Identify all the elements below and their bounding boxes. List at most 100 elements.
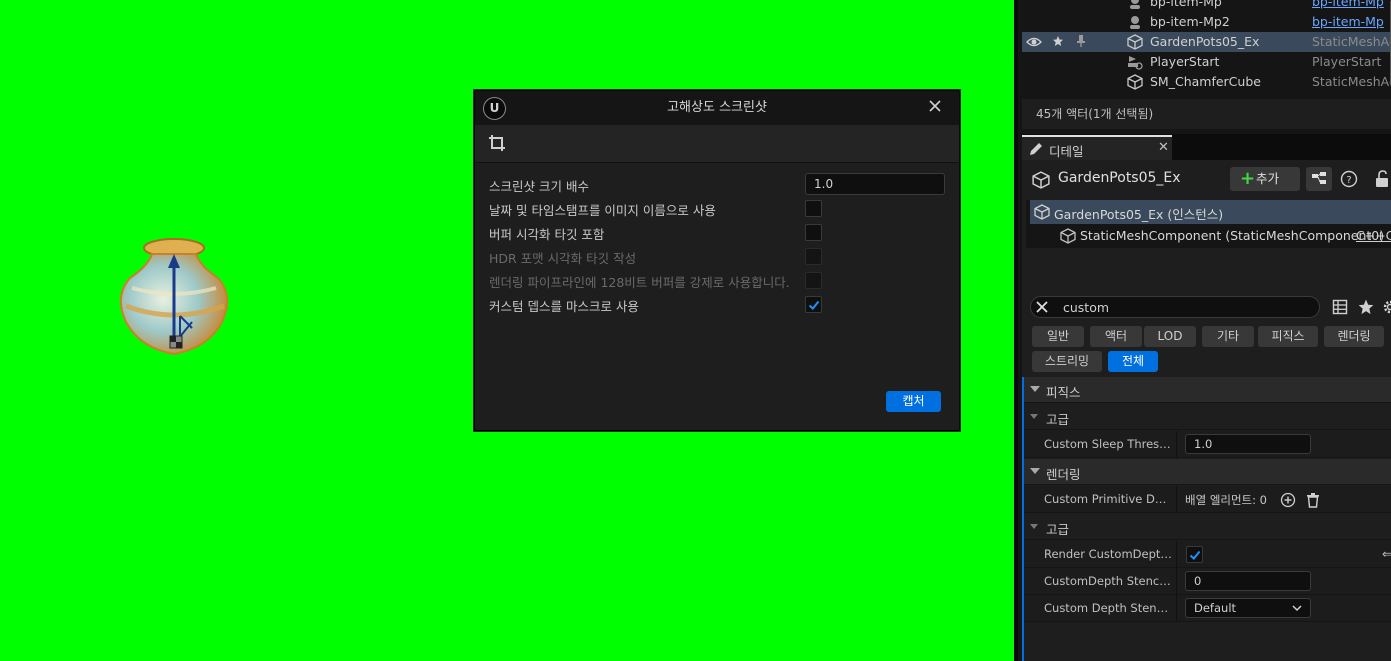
render-custom-depth-checkbox[interactable] — [1186, 546, 1203, 563]
column-divider[interactable] — [1176, 431, 1177, 458]
column-divider[interactable] — [1176, 541, 1177, 568]
stencil-mask-dropdown[interactable]: Default — [1185, 598, 1311, 618]
add-component-button[interactable]: + 추가 — [1230, 167, 1300, 191]
property-name: CustomDepth Stencil V... — [1044, 574, 1172, 588]
details-search-input[interactable]: custom — [1030, 296, 1320, 318]
expand-arrow-icon — [1030, 468, 1040, 474]
dialog-toolbar — [475, 125, 959, 163]
lock-icon[interactable] — [1374, 170, 1390, 188]
clear-search-icon[interactable] — [1035, 300, 1049, 314]
actor-type: StaticMeshAc — [1312, 34, 1391, 49]
blueprint-button[interactable] — [1306, 167, 1332, 191]
expand-arrow-icon — [1030, 386, 1040, 392]
property-render-custom-depth: Render CustomDepth P... ⇐ — [1024, 541, 1391, 568]
array-elements-text: 배열 엘리먼트: 0 — [1185, 493, 1267, 507]
trash-icon[interactable] — [1306, 492, 1320, 508]
outliner-row[interactable]: bp-item-Mp2 bp-item-Mp — [1022, 12, 1391, 32]
subcategory-label: 고급 — [1046, 522, 1070, 537]
option-label: 날짜 및 타임스탬프를 이미지 이름으로 사용 — [489, 203, 716, 218]
outliner-actor-count: 45개 액터(1개 선택됨) — [1022, 99, 1391, 129]
filter-physics[interactable]: 피직스 — [1258, 326, 1318, 347]
category-physics[interactable]: 피직스 — [1024, 377, 1391, 403]
cpp-source-link[interactable]: C++C — [1356, 228, 1391, 243]
dialog-title-bar[interactable]: U 고해상도 스크린샷 — [475, 91, 959, 125]
selected-actor-name: GardenPots05_Ex — [1058, 170, 1181, 186]
capture-button[interactable]: 캡처 — [886, 391, 941, 412]
dropdown-value: Default — [1194, 601, 1237, 615]
star-icon[interactable] — [1358, 299, 1374, 315]
high-res-screenshot-dialog: U 고해상도 스크린샷 스크린샷 크기 배수 1.0 날짜 및 타임스탬프를 이… — [474, 90, 960, 431]
expand-arrow-icon — [1030, 524, 1038, 529]
column-divider[interactable] — [1176, 568, 1177, 595]
dialog-title: 고해상도 스크린샷 — [667, 100, 767, 115]
size-multiplier-input[interactable]: 1.0 — [805, 173, 945, 195]
outliner-row[interactable]: PlayerStart PlayerStart — [1022, 52, 1391, 72]
option-hdr-format: HDR 포맷 시각화 타깃 작성 — [489, 245, 949, 269]
chevron-down-icon — [1292, 605, 1302, 612]
property-name: Custom Depth Stencil... — [1044, 601, 1172, 615]
column-divider[interactable] — [1176, 486, 1177, 513]
close-icon[interactable] — [925, 96, 945, 116]
filter-general[interactable]: 일반 — [1032, 326, 1084, 347]
add-element-icon[interactable] — [1280, 492, 1296, 508]
outliner-row[interactable]: bp-item-Mp bp-item-Mp — [1022, 0, 1391, 12]
outliner-row[interactable]: SM_ChamferCube StaticMeshAc — [1022, 72, 1391, 92]
buffer-visualization-checkbox[interactable] — [805, 224, 822, 241]
component-row-instance[interactable]: GardenPots05_Ex (인스턴스) — [1030, 200, 1391, 224]
filter-misc[interactable]: 기타 — [1202, 326, 1254, 347]
subcategory-label: 고급 — [1046, 412, 1070, 427]
filter-all[interactable]: 전체 — [1108, 351, 1158, 372]
actor-name: bp-item-Mp2 — [1150, 14, 1230, 29]
component-label: StaticMeshComponent (StaticMeshComponent… — [1080, 228, 1385, 243]
column-divider[interactable] — [1176, 595, 1177, 622]
stencil-value-input[interactable]: 0 — [1185, 571, 1311, 591]
expand-arrow-icon — [1030, 414, 1038, 419]
date-timestamp-checkbox[interactable] — [805, 200, 822, 217]
help-icon[interactable]: ? — [1340, 170, 1358, 188]
property-custom-sleep-threshold: Custom Sleep Threshol... 1.0 — [1024, 431, 1391, 458]
pin-icon[interactable] — [1075, 34, 1087, 48]
option-label: 렌더링 파이프라인에 128비트 버퍼를 강제로 사용합니다. — [489, 275, 790, 290]
sleep-threshold-input[interactable]: 1.0 — [1185, 434, 1311, 454]
eye-icon[interactable] — [1026, 35, 1042, 49]
filter-streaming[interactable]: 스트리밍 — [1032, 351, 1102, 372]
table-view-icon[interactable] — [1332, 299, 1348, 315]
tab-details[interactable]: 디테일 ✕ — [1022, 135, 1172, 160]
details-panel: GardenPots05_Ex + 추가 ? GardenPots05_Ex (… — [1022, 160, 1391, 661]
svg-text:?: ? — [1346, 175, 1351, 186]
static-mesh-icon — [1060, 228, 1076, 244]
actor-name: SM_ChamferCube — [1150, 74, 1261, 89]
filter-lod[interactable]: LOD — [1144, 326, 1196, 347]
tab-label: 디테일 — [1049, 144, 1084, 159]
custom-depth-mask-checkbox[interactable] — [805, 296, 822, 313]
player-start-icon — [1128, 56, 1143, 70]
property-name: Custom Sleep Threshol... — [1044, 437, 1172, 451]
actor-type-link[interactable]: bp-item-Mp — [1312, 0, 1384, 9]
actor-name: PlayerStart — [1150, 54, 1220, 69]
category-rendering[interactable]: 렌더링 — [1024, 459, 1391, 485]
property-name: Render CustomDepth P... — [1044, 547, 1172, 561]
subcategory-rendering-advanced[interactable]: 고급 — [1024, 514, 1391, 540]
static-mesh-icon — [1127, 34, 1143, 50]
crop-icon[interactable] — [488, 134, 506, 152]
pencil-icon — [1030, 143, 1042, 155]
component-tree: GardenPots05_Ex (인스턴스) StaticMeshCompone… — [1026, 200, 1391, 248]
subcategory-physics-advanced[interactable]: 고급 — [1024, 404, 1391, 430]
gear-icon[interactable] — [1382, 299, 1391, 315]
option-label: 커스텀 뎁스를 마스크로 사용 — [489, 299, 639, 314]
property-custom-depth-stencil-value: CustomDepth Stencil V... 0 — [1024, 568, 1391, 595]
property-custom-primitive-data: Custom Primitive Data... 배열 엘리먼트: 0 — [1024, 486, 1391, 513]
filter-actor[interactable]: 액터 — [1090, 326, 1142, 347]
actor-type: StaticMeshAc — [1312, 74, 1391, 89]
star-icon[interactable] — [1052, 34, 1064, 48]
close-icon[interactable]: ✕ — [1158, 140, 1169, 155]
actor-type-link[interactable]: bp-item-Mp — [1312, 14, 1384, 29]
reset-to-default-icon[interactable]: ⇐ — [1382, 547, 1391, 561]
actor-type: PlayerStart — [1312, 54, 1382, 69]
plus-icon: + — [1240, 168, 1256, 189]
garden-pot-mesh[interactable] — [112, 236, 236, 360]
outliner-row-selected[interactable]: GardenPots05_Ex StaticMeshAc — [1022, 32, 1391, 52]
actor-name: bp-item-Mp — [1150, 0, 1222, 9]
component-row-staticmesh[interactable]: StaticMeshComponent (StaticMeshComponent… — [1030, 224, 1391, 248]
filter-rendering[interactable]: 렌더링 — [1324, 326, 1384, 347]
